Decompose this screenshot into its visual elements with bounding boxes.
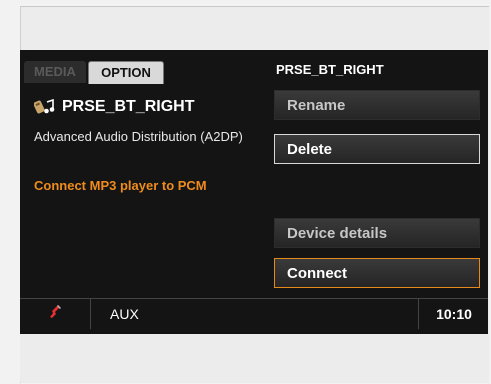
connect-message: Connect MP3 player to PCM — [34, 178, 207, 193]
tab-media[interactable]: MEDIA — [24, 61, 86, 83]
infotainment-screen: MEDIA OPTION PRSE_BT_RIGHT PRSE_BT_RIGHT… — [20, 50, 488, 334]
page-title: PRSE_BT_RIGHT — [276, 62, 384, 77]
bluetooth-audio-icon — [34, 99, 56, 115]
rename-button[interactable]: Rename — [274, 90, 480, 120]
audio-source-label[interactable]: AUX — [110, 299, 139, 329]
connect-button[interactable]: Connect — [274, 258, 480, 288]
device-name: PRSE_BT_RIGHT — [62, 98, 195, 115]
delete-button[interactable]: Delete — [274, 134, 480, 164]
device-details-button[interactable]: Device details — [274, 218, 480, 248]
phone-segment[interactable] — [20, 299, 91, 329]
tab-option[interactable]: OPTION — [88, 61, 164, 84]
status-bar: AUX 10:10 — [20, 298, 488, 329]
device-name-row: PRSE_BT_RIGHT — [34, 98, 194, 116]
tab-bar: MEDIA OPTION — [20, 50, 230, 84]
clock: 10:10 — [418, 299, 489, 329]
phone-hangup-icon — [47, 299, 63, 329]
display-bezel-bottom — [20, 334, 488, 382]
device-profile: Advanced Audio Distribution (A2DP) — [34, 129, 243, 144]
